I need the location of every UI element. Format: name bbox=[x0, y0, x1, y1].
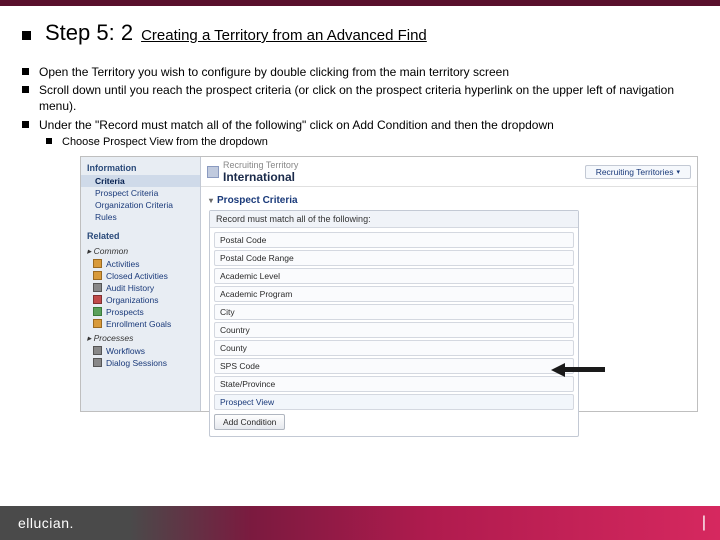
match-rule-label: Record must match all of the following: bbox=[210, 211, 578, 228]
instruction-list: Open the Territory you wish to configure… bbox=[22, 64, 698, 150]
nav-item-audit-history[interactable]: Audit History bbox=[81, 282, 200, 294]
dropdown-option[interactable]: Postal Code bbox=[214, 232, 574, 248]
sub-list-text: Choose Prospect View from the dropdown bbox=[62, 135, 268, 150]
bullet-icon bbox=[22, 68, 29, 75]
bullet-icon bbox=[22, 86, 29, 93]
add-condition-button[interactable]: Add Condition bbox=[214, 414, 285, 430]
list-item: Under the "Record must match all of the … bbox=[22, 117, 698, 133]
prospect-criteria-header[interactable]: Prospect Criteria bbox=[209, 195, 689, 206]
embedded-screenshot: Information Criteria Prospect Criteria O… bbox=[80, 156, 698, 412]
nav-item-organizations[interactable]: Organizations bbox=[81, 294, 200, 306]
nav-item-dialog-sessions[interactable]: Dialog Sessions bbox=[81, 357, 200, 369]
criteria-panel: Record must match all of the following: … bbox=[209, 210, 579, 437]
dropdown-option[interactable]: Postal Code Range bbox=[214, 250, 574, 266]
footer-bar: ellucian. | bbox=[0, 506, 720, 540]
nav-section-information: Information bbox=[81, 161, 200, 175]
slide-content: Step 5: 2 Creating a Territory from an A… bbox=[0, 6, 720, 412]
annotation-arrow bbox=[551, 363, 607, 377]
dropdown-option[interactable]: Academic Level bbox=[214, 268, 574, 284]
org-icon bbox=[93, 295, 102, 304]
dropdown-option-prospect-view[interactable]: Prospect View bbox=[214, 394, 574, 410]
folder-icon bbox=[93, 271, 102, 280]
territory-icon bbox=[207, 166, 219, 178]
dropdown-option[interactable]: County bbox=[214, 340, 574, 356]
criteria-area: Prospect Criteria Record must match all … bbox=[201, 187, 697, 445]
nav-item-workflows[interactable]: Workflows bbox=[81, 345, 200, 357]
dropdown-option[interactable]: Academic Program bbox=[214, 286, 574, 302]
nav-item-enrollment-goals[interactable]: Enrollment Goals bbox=[81, 318, 200, 330]
slide-title-row: Step 5: 2 Creating a Territory from an A… bbox=[22, 20, 698, 46]
field-dropdown-list: Postal Code Postal Code Range Academic L… bbox=[210, 228, 578, 436]
folder-icon bbox=[93, 259, 102, 268]
dropdown-option[interactable]: SPS Code bbox=[214, 358, 574, 374]
nav-item-rules[interactable]: Rules bbox=[81, 211, 200, 223]
list-item-text: Open the Territory you wish to configure… bbox=[39, 64, 509, 80]
history-icon bbox=[93, 283, 102, 292]
goal-icon bbox=[93, 319, 102, 328]
prospect-icon bbox=[93, 307, 102, 316]
dropdown-option[interactable]: State/Province bbox=[214, 376, 574, 392]
record-header: Recruiting Territory International Recru… bbox=[201, 157, 697, 187]
title-bullet bbox=[22, 31, 31, 40]
main-pane: Recruiting Territory International Recru… bbox=[201, 157, 697, 411]
record-name: International bbox=[223, 170, 298, 184]
dialog-icon bbox=[93, 358, 102, 367]
dropdown-option[interactable]: Country bbox=[214, 322, 574, 338]
list-item-text: Scroll down until you reach the prospect… bbox=[39, 82, 698, 114]
arrow-shaft bbox=[563, 367, 605, 372]
nav-item-closed-activities[interactable]: Closed Activities bbox=[81, 270, 200, 282]
record-type-label: Recruiting Territory bbox=[223, 160, 298, 170]
nav-item-activities[interactable]: Activities bbox=[81, 258, 200, 270]
bullet-icon bbox=[22, 121, 29, 128]
footer-separator: | bbox=[702, 514, 706, 532]
dropdown-option[interactable]: City bbox=[214, 304, 574, 320]
sub-list-item: Choose Prospect View from the dropdown bbox=[46, 135, 698, 150]
list-item-text: Under the "Record must match all of the … bbox=[39, 117, 554, 133]
nav-item-organization-criteria[interactable]: Organization Criteria bbox=[81, 199, 200, 211]
nav-item-prospect-criteria[interactable]: Prospect Criteria bbox=[81, 187, 200, 199]
nav-group-processes: ▸ Processes bbox=[81, 330, 200, 345]
bullet-icon bbox=[46, 138, 52, 144]
nav-group-common: ▸ Common bbox=[81, 243, 200, 258]
brand-logo: ellucian. bbox=[18, 515, 74, 531]
nav-item-prospects[interactable]: Prospects bbox=[81, 306, 200, 318]
step-number: Step 5: 2 bbox=[45, 20, 133, 46]
nav-section-related: Related bbox=[81, 229, 200, 243]
workflow-icon bbox=[93, 346, 102, 355]
left-nav-pane: Information Criteria Prospect Criteria O… bbox=[81, 157, 201, 411]
list-item: Open the Territory you wish to configure… bbox=[22, 64, 698, 80]
nav-item-criteria[interactable]: Criteria bbox=[81, 175, 200, 187]
breadcrumb-dropdown[interactable]: Recruiting Territories bbox=[585, 165, 691, 179]
list-item: Scroll down until you reach the prospect… bbox=[22, 82, 698, 114]
step-subtitle: Creating a Territory from an Advanced Fi… bbox=[141, 27, 427, 44]
